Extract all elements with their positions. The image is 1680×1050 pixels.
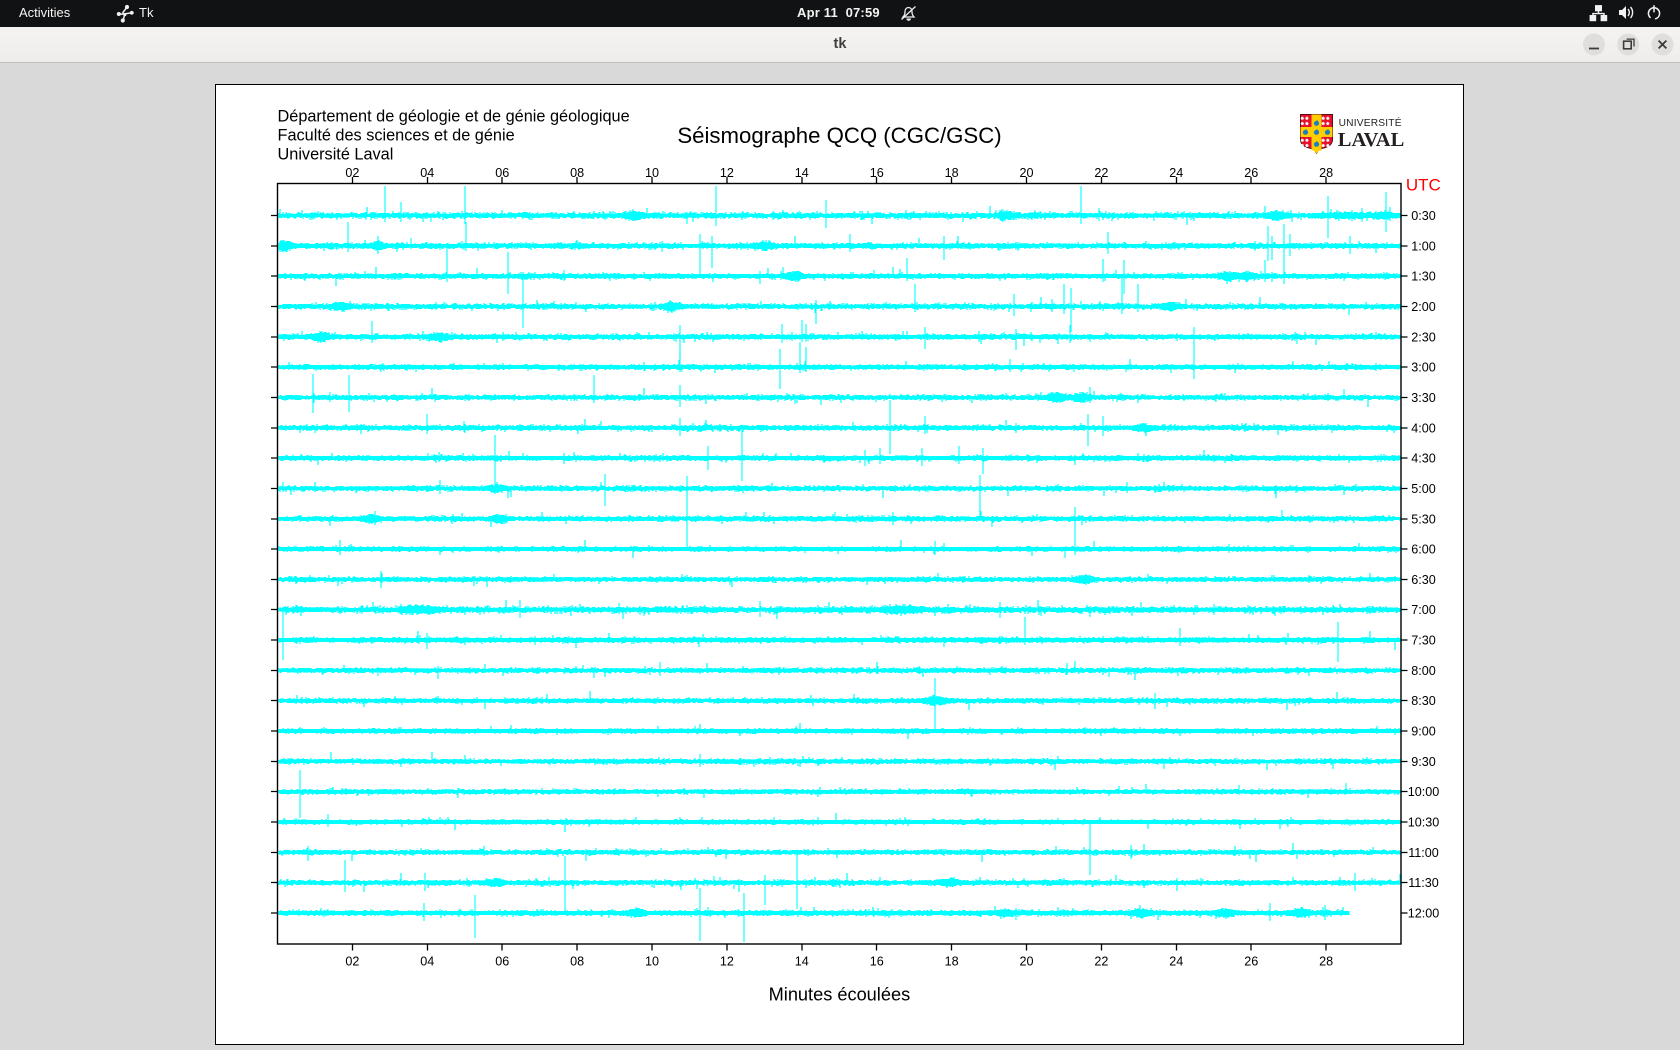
svg-text:Séismographe QCQ (CGC/GSC): Séismographe QCQ (CGC/GSC) — [677, 123, 1001, 148]
svg-text:Faculté des sciences et de gén: Faculté des sciences et de génie — [278, 127, 515, 145]
svg-text:20: 20 — [1019, 954, 1033, 968]
svg-text:10: 10 — [645, 166, 659, 180]
svg-text:Département de géologie et de: Département de géologie et de génie géol… — [278, 108, 630, 126]
svg-text:10:30: 10:30 — [1408, 816, 1440, 830]
svg-text:16: 16 — [870, 166, 884, 180]
svg-text:04: 04 — [420, 166, 434, 180]
svg-text:22: 22 — [1094, 954, 1108, 968]
svg-text:0:30: 0:30 — [1411, 209, 1436, 223]
svg-text:Minutes écoulées: Minutes écoulées — [769, 984, 911, 1004]
svg-text:14: 14 — [795, 954, 809, 968]
svg-text:3:30: 3:30 — [1411, 391, 1436, 405]
svg-text:18: 18 — [945, 954, 959, 968]
svg-text:04: 04 — [420, 954, 434, 968]
svg-text:28: 28 — [1319, 166, 1333, 180]
svg-text:26: 26 — [1244, 954, 1258, 968]
svg-text:16: 16 — [870, 954, 884, 968]
svg-text:24: 24 — [1169, 166, 1183, 180]
svg-text:08: 08 — [570, 166, 584, 180]
svg-text:12:00: 12:00 — [1408, 907, 1440, 921]
svg-text:8:30: 8:30 — [1411, 694, 1436, 708]
svg-text:02: 02 — [345, 954, 359, 968]
svg-text:Université Laval: Université Laval — [278, 146, 394, 164]
svg-text:11:30: 11:30 — [1408, 876, 1439, 890]
svg-text:7:30: 7:30 — [1411, 634, 1436, 648]
svg-text:10:00: 10:00 — [1408, 785, 1440, 799]
svg-text:08: 08 — [570, 954, 584, 968]
svg-text:26: 26 — [1244, 166, 1258, 180]
svg-text:1:30: 1:30 — [1411, 270, 1436, 284]
svg-text:5:30: 5:30 — [1411, 512, 1436, 526]
svg-text:2:00: 2:00 — [1411, 300, 1436, 314]
svg-text:9:30: 9:30 — [1411, 755, 1436, 769]
svg-text:UTC: UTC — [1406, 176, 1441, 195]
svg-text:5:00: 5:00 — [1411, 482, 1436, 496]
svg-text:2:30: 2:30 — [1411, 330, 1436, 344]
svg-text:20: 20 — [1019, 166, 1033, 180]
svg-text:8:00: 8:00 — [1411, 664, 1436, 678]
svg-text:4:00: 4:00 — [1411, 421, 1436, 435]
svg-text:9:00: 9:00 — [1411, 725, 1436, 739]
svg-text:14: 14 — [795, 166, 809, 180]
svg-text:6:00: 6:00 — [1411, 543, 1436, 557]
svg-text:1:00: 1:00 — [1411, 239, 1436, 253]
svg-text:18: 18 — [945, 166, 959, 180]
svg-text:12: 12 — [720, 954, 734, 968]
svg-text:28: 28 — [1319, 954, 1333, 968]
svg-text:LAVAL: LAVAL — [1338, 129, 1404, 151]
svg-text:7:00: 7:00 — [1411, 603, 1436, 617]
svg-text:11:00: 11:00 — [1408, 846, 1439, 860]
svg-text:06: 06 — [495, 166, 509, 180]
svg-text:3:00: 3:00 — [1411, 361, 1436, 375]
svg-text:02: 02 — [345, 166, 359, 180]
svg-text:22: 22 — [1094, 166, 1108, 180]
svg-text:4:30: 4:30 — [1411, 452, 1436, 466]
svg-text:10: 10 — [645, 954, 659, 968]
svg-text:24: 24 — [1169, 954, 1183, 968]
svg-text:6:30: 6:30 — [1411, 573, 1436, 587]
svg-text:12: 12 — [720, 166, 734, 180]
svg-text:UNIVERSITÉ: UNIVERSITÉ — [1339, 116, 1402, 129]
svg-text:06: 06 — [495, 954, 509, 968]
